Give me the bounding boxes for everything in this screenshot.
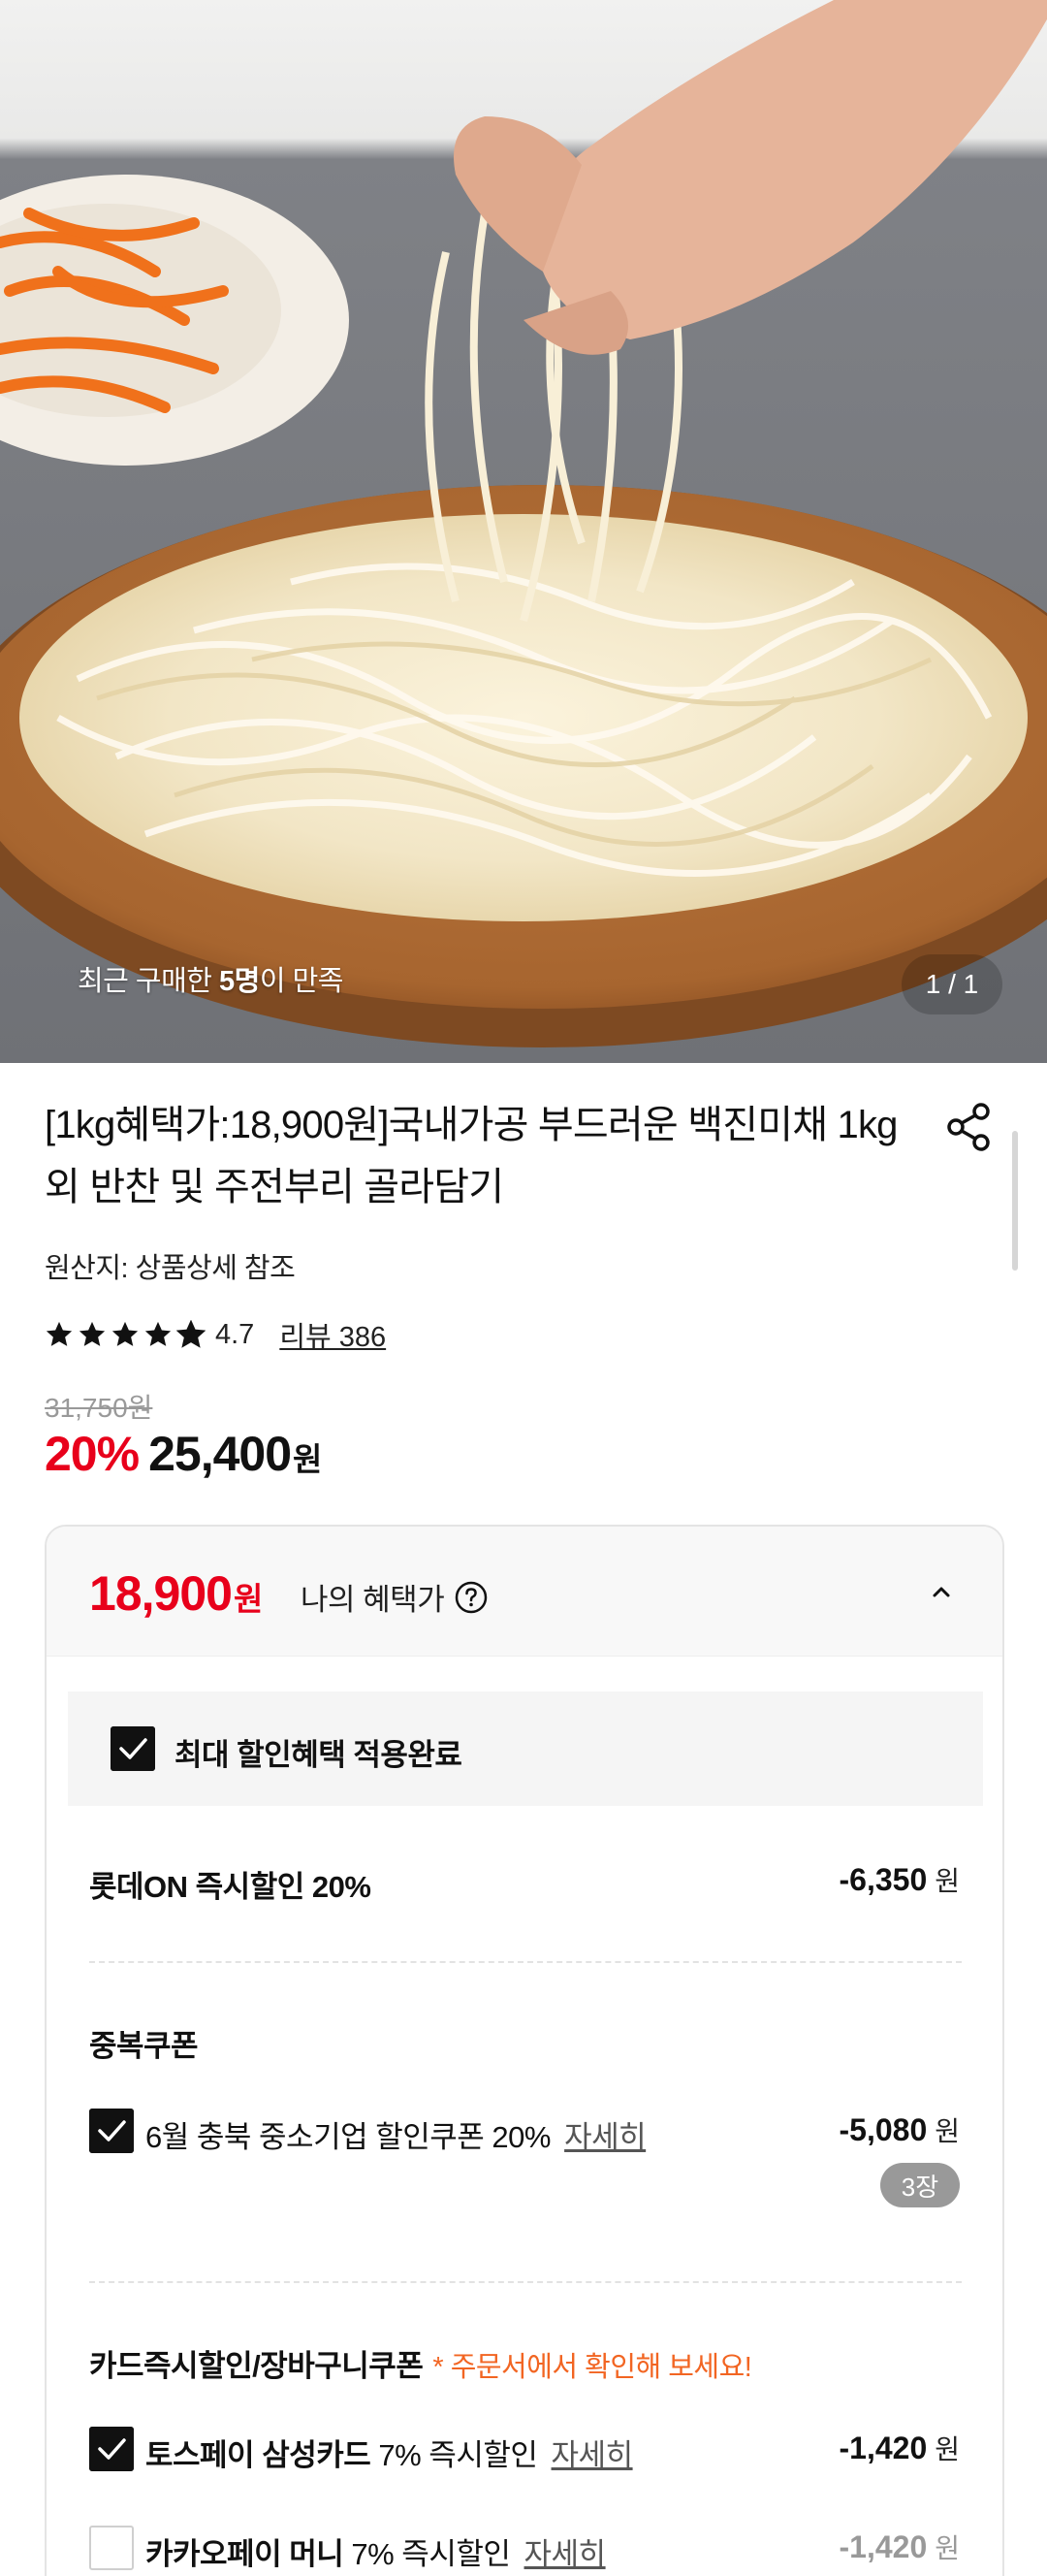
my-benefit-price: 18,900 원: [89, 1565, 263, 1622]
toss-amount: -1,420 원: [840, 2429, 961, 2467]
half-star-icon: [176, 1320, 206, 1348]
instant-amount-value: -6,350: [839, 1862, 928, 1897]
toss-detail-link[interactable]: 자세히: [552, 2438, 634, 2472]
my-price-value: 18,900: [89, 1566, 233, 1621]
toss-checkbox[interactable]: [89, 2427, 134, 2471]
star-rating: [45, 1320, 206, 1349]
divider: [89, 2281, 962, 2283]
kakao-amount-value: -1,420: [839, 2529, 928, 2564]
scrollbar[interactable]: [1012, 1131, 1018, 1271]
won-unit: 원: [935, 2434, 960, 2464]
purchase-satisfaction-caption: 최근 구매한 5명이 만족: [78, 958, 343, 999]
help-icon[interactable]: [454, 1580, 489, 1615]
sale-price: 25,400: [148, 1427, 292, 1481]
kakao-amount: -1,420 원: [840, 2528, 961, 2566]
star-icon: [111, 1321, 139, 1346]
won-unit: 원: [935, 1866, 960, 1896]
kakao-detail-link[interactable]: 자세히: [524, 2537, 607, 2571]
benefit-header[interactable]: 18,900 원 나의 혜택가: [47, 1527, 1002, 1657]
price-row: 20% 25,400 원: [45, 1426, 322, 1482]
instant-discount-amount: -6,350 원: [840, 1860, 961, 1899]
product-title: [1kg혜택가:18,900원]국내가공 부드러운 백진미채 1kg 외 반찬 …: [45, 1104, 898, 1208]
max-benefit-label: 최대 할인혜택 적용완료: [174, 1738, 462, 1772]
card-section-title: 카드즉시할인/장바구니쿠폰: [89, 2349, 424, 2383]
coupon-label: 6월 충북 중소기업 할인쿠폰 20%: [145, 2120, 551, 2154]
toss-card-name: 토스페이 삼성카드: [145, 2438, 371, 2472]
product-photo: [0, 0, 1047, 1063]
star-icon: [79, 1321, 106, 1346]
product-image[interactable]: 최근 구매한 5명이 만족 1 / 1: [0, 0, 1047, 1063]
instant-discount-label: 롯데ON 즉시할인 20%: [89, 1870, 371, 1904]
my-price-label: 나의 혜택가: [301, 1583, 445, 1617]
kakao-discount-text: 7% 즉시할인: [343, 2537, 511, 2571]
rating-row: 4.7 리뷰 386: [45, 1313, 386, 1356]
caption-prefix: 최근 구매한: [78, 966, 220, 997]
kakao-pay-name: 카카오페이 머니: [145, 2537, 344, 2571]
sale-price-unit: 원: [293, 1441, 323, 1477]
caption-suffix: 이 만족: [259, 966, 344, 997]
coupon-detail-link[interactable]: 자세히: [564, 2120, 647, 2154]
divider: [89, 1961, 962, 1963]
coupon-amount: -5,080 원: [840, 2110, 961, 2149]
origin-info: 원산지: 상품상세 참조: [45, 1253, 296, 1284]
rating-value: 4.7: [215, 1318, 255, 1350]
coupon-section-title: 중복쿠폰: [89, 2029, 199, 2063]
max-benefit-checkbox[interactable]: [111, 1726, 155, 1771]
discount-rate: 20%: [45, 1427, 140, 1481]
image-counter: 1 / 1: [902, 954, 1002, 1014]
card-discount-section: 카드즉시할인/장바구니쿠폰 * 주문서에서 확인해 보세요!: [89, 2341, 752, 2385]
coupon-amount-value: -5,080: [839, 2112, 928, 2147]
kakao-option-label: 카카오페이 머니 7% 즉시할인 자세히: [145, 2529, 606, 2573]
max-benefit-box[interactable]: 최대 할인혜택 적용완료: [68, 1691, 983, 1806]
benefit-card: 18,900 원 나의 혜택가 최대 할인혜택 적용완료 롯데ON 즉시할인 2…: [45, 1525, 1004, 2576]
kakao-checkbox[interactable]: [89, 2526, 134, 2570]
star-icon: [46, 1321, 73, 1346]
share-icon[interactable]: [942, 1100, 997, 1154]
toss-amount-value: -1,420: [839, 2431, 928, 2465]
card-section-note: * 주문서에서 확인해 보세요!: [432, 2352, 752, 2383]
coupon-checkbox[interactable]: [89, 2109, 134, 2153]
toss-discount-text: 7% 즉시할인: [370, 2438, 538, 2472]
won-unit: 원: [935, 2533, 960, 2563]
coupon-count-badge[interactable]: 3장: [880, 2163, 960, 2207]
review-link[interactable]: 리뷰 386: [279, 1314, 386, 1355]
my-price-label-group: 나의 혜택가: [301, 1575, 489, 1619]
star-icon: [144, 1321, 172, 1346]
caption-count: 5명: [219, 966, 260, 997]
my-price-unit: 원: [233, 1581, 264, 1617]
won-unit: 원: [935, 2116, 960, 2146]
toss-option-label: 토스페이 삼성카드 7% 즉시할인 자세히: [145, 2431, 633, 2474]
coupon-label-group: 6월 충북 중소기업 할인쿠폰 20% 자세히: [145, 2112, 647, 2156]
chevron-up-icon[interactable]: [925, 1575, 958, 1608]
original-price: 31,750원: [45, 1393, 153, 1423]
